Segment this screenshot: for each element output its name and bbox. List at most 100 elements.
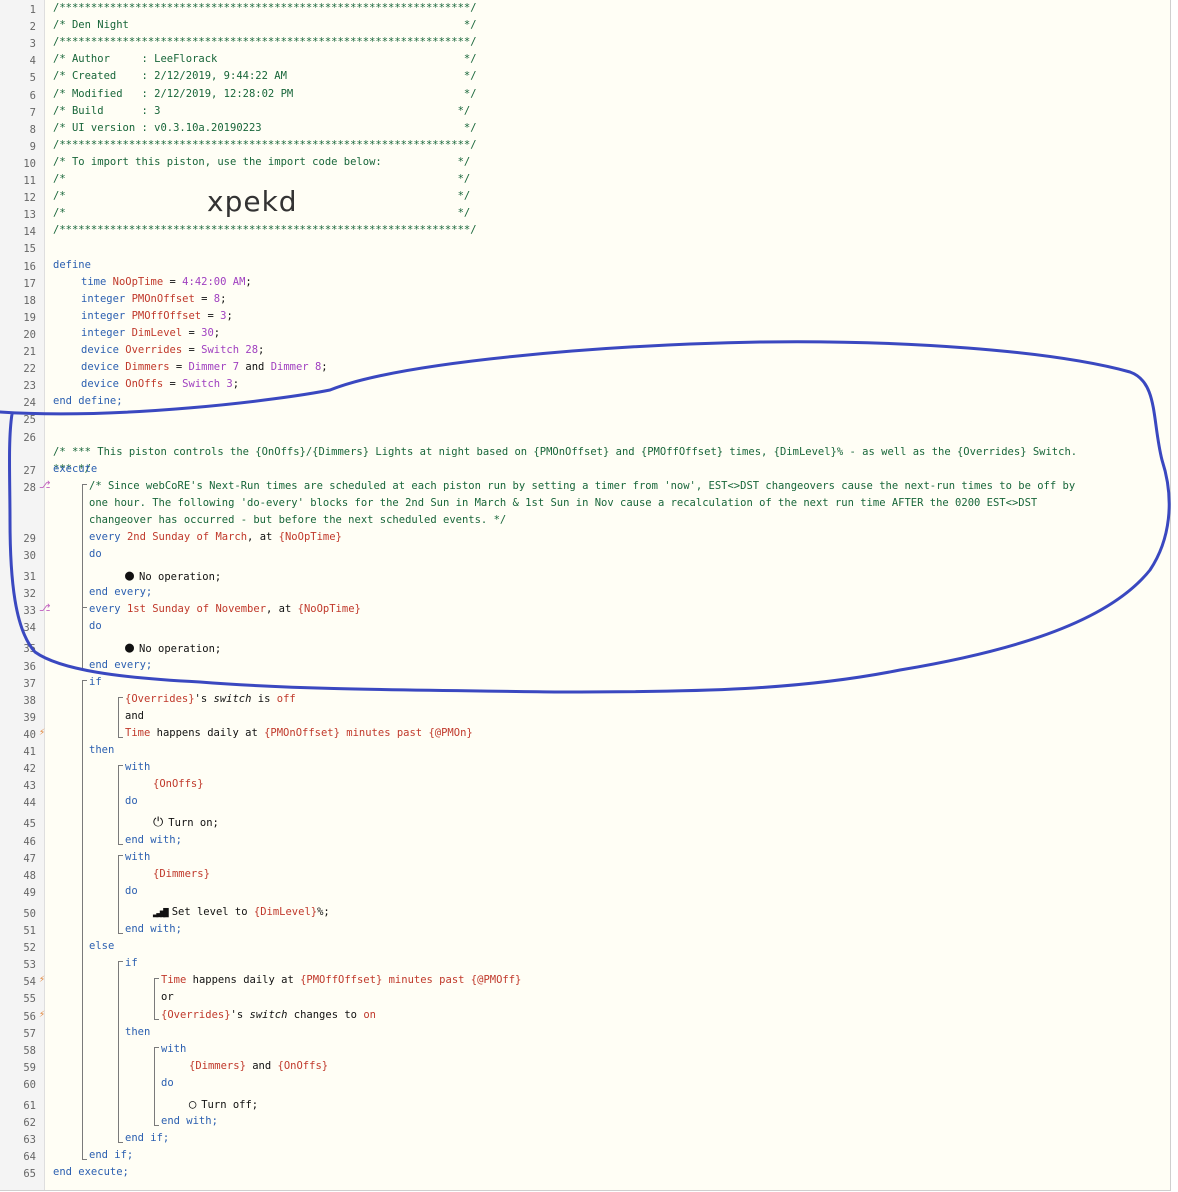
time: Time [125, 726, 151, 739]
var-ref: {@PMOff} [470, 974, 522, 987]
trigger-bolt-icon: ⚡ [39, 974, 46, 986]
bracket-top [118, 765, 123, 767]
piston-code: /***************************************… [0, 0, 1170, 1190]
comment-line: /***************************************… [53, 224, 477, 237]
time: Time [161, 974, 187, 987]
equals: = [182, 326, 202, 339]
device-line: device Dimmers = Dimmer 7 and Dimmer 8; [81, 359, 328, 376]
header-comment-line: /* Build : 3 */ [53, 103, 470, 120]
end-with: end with; [161, 1115, 218, 1128]
device-value: Switch 28 [201, 344, 259, 356]
statement-line: ▂▃▅▇ Set level to {DimLevel}%; [153, 904, 330, 922]
with-bracket [118, 765, 119, 845]
trigger-bolt-icon: ⚡ [39, 726, 46, 738]
header-comment-line: /* Modified : 2/12/2019, 12:28:02 PM */ [53, 86, 477, 103]
and-keyword: and [125, 709, 144, 722]
header-comment-line: /***************************************… [53, 0, 477, 17]
text: happens daily at [150, 726, 265, 739]
bracket-bottom [154, 1018, 159, 1020]
define-keyword: define [53, 258, 91, 271]
device-ref: {OnOffs} [153, 778, 204, 791]
value: off [276, 692, 296, 705]
execute-line: execute [53, 461, 97, 478]
condition-bracket [154, 978, 155, 1020]
header-comment-line: /***************************************… [53, 137, 477, 154]
comparison: changes to [287, 1008, 364, 1021]
var-ref: {@PMOn} [428, 726, 473, 739]
var-ref: {DimLevel} [253, 905, 318, 918]
var-ref: {PMOnOffset} [264, 726, 340, 739]
then-line: then [125, 1024, 150, 1041]
equals: = [182, 344, 202, 356]
and: and [239, 361, 271, 374]
text: %; [317, 905, 330, 918]
comment-line: /* Author : LeeFlorack */ [53, 53, 477, 66]
comment: /* *** This piston controls the {OnOffs}… [53, 445, 1078, 458]
nop-text: No operation; [139, 643, 222, 656]
header-comment-line: /* Created : 2/12/2019, 9:44:22 AM */ [53, 68, 477, 85]
device-line: device OnOffs = Switch 3; [81, 376, 239, 393]
then-keyword: then [125, 1025, 151, 1038]
end-every-line: end every; [89, 584, 152, 601]
comment-line: /* UI version : v0.3.10a.20190223 */ [53, 121, 477, 134]
semicolon: ; [213, 326, 221, 339]
with-keyword: with [161, 1042, 187, 1055]
semicolon: ; [245, 275, 252, 288]
condition-line: {Overrides}'s switch changes to on [161, 1007, 376, 1024]
condition-bracket [118, 696, 119, 738]
import-code[interactable]: xpekd [207, 185, 298, 218]
bracket-bottom [82, 668, 87, 670]
semicolon: ; [226, 309, 233, 322]
bracket-bottom [118, 1142, 123, 1144]
end-if-line: end if; [89, 1147, 133, 1164]
comparison: is [251, 692, 277, 705]
end-define: end define; [53, 395, 123, 408]
condition-line: Time happens daily at {PMOnOffset} minut… [125, 725, 473, 742]
comment-line: changeover has occurred - but before the… [89, 512, 506, 529]
var-ref: {PMOffOffset} [300, 974, 383, 987]
device-value: Dimmer 8 [270, 361, 322, 374]
do-line: do [125, 793, 138, 810]
define-line: define [53, 257, 91, 274]
every-block-bracket [82, 607, 83, 670]
bracket-top [154, 1046, 159, 1048]
schedule: 2nd Sunday of March [126, 530, 248, 543]
text: minutes past [382, 974, 471, 987]
device-ref: {Overrides} [125, 692, 195, 705]
condition-line: Time happens daily at {PMOffOffset} minu… [161, 972, 521, 989]
action-text: Turn off; [201, 1099, 259, 1111]
device-ref: {Overrides} [161, 1008, 231, 1021]
comment-line: /* Build : 3 */ [53, 104, 471, 117]
comment-line: /* *** This piston controls the {OnOffs}… [53, 444, 1077, 461]
device-value: Switch 3 [182, 378, 233, 391]
end-with-line: end with; [125, 832, 182, 849]
var-type: time [81, 275, 107, 288]
end-execute: end execute; [53, 1166, 129, 1179]
header-comment-line: /* To import this piston, use the import… [53, 154, 470, 171]
do-keyword: do [125, 795, 138, 808]
with-line: with [125, 849, 150, 866]
comment-line: /* */ [53, 173, 471, 185]
separator: , at [247, 530, 279, 543]
attribute: switch [213, 692, 252, 705]
do-line: do [89, 618, 102, 635]
bracket-top [118, 696, 123, 698]
equals: = [169, 361, 189, 374]
operator-line: or [161, 989, 174, 1006]
value: on [363, 1008, 376, 1021]
bracket-bottom [154, 1125, 159, 1127]
bracket-bottom [82, 1159, 87, 1161]
execute-keyword: execute [53, 462, 98, 475]
end-every: end every; [89, 586, 153, 599]
or-keyword: or [161, 991, 174, 1004]
if-block-bracket [82, 679, 83, 1161]
if-block-bracket [118, 961, 119, 1144]
comment: one hour. The following 'do-every' block… [89, 496, 1038, 509]
separator: , at [266, 603, 298, 616]
var-type: integer [81, 309, 126, 322]
header-comment-line: /***************************************… [53, 34, 477, 51]
var-type: device [81, 344, 119, 356]
end-execute-line: end execute; [53, 1164, 129, 1181]
comment: /* Since webCoRE's Next-Run times are sc… [89, 479, 1076, 492]
condition-line: {Overrides}'s switch is off [125, 691, 296, 708]
